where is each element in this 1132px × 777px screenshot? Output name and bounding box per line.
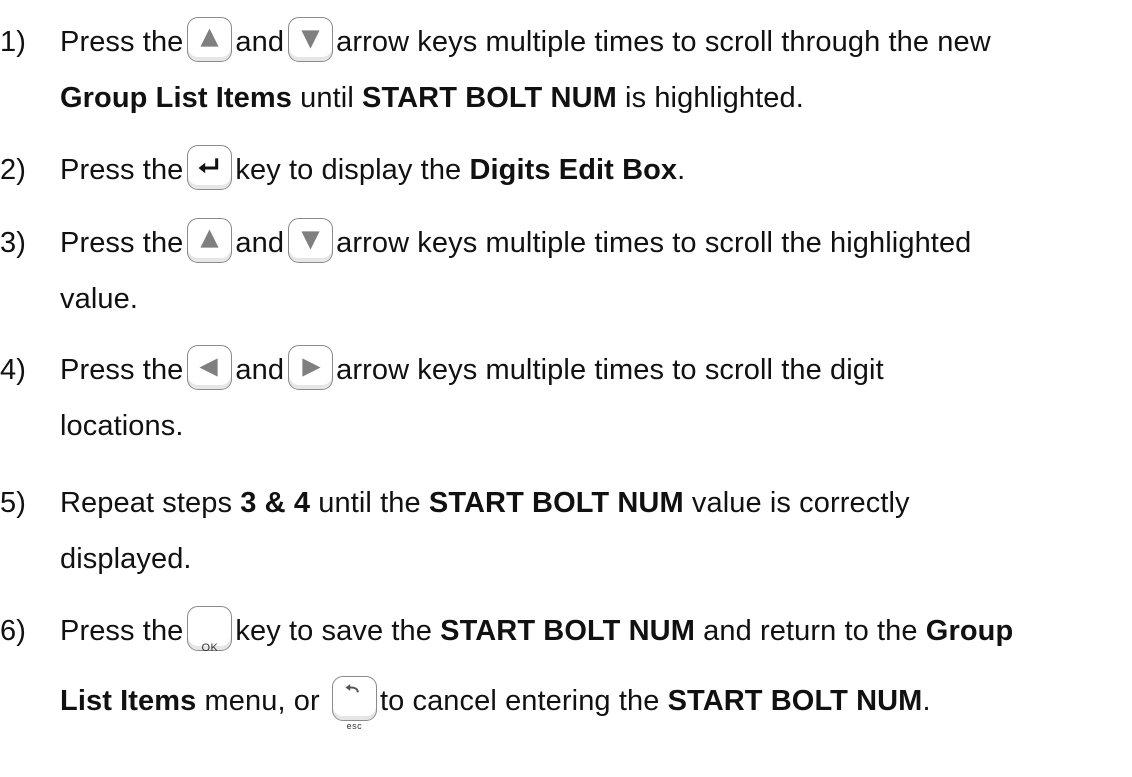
step-text: displayed. — [60, 543, 192, 575]
step-text: key to display the — [235, 154, 470, 186]
step-text: Press the — [60, 615, 184, 647]
step-number: 2) — [0, 154, 26, 186]
esc-key-label: esc — [346, 721, 363, 731]
step-text: and return to the — [694, 615, 926, 647]
bold-term: START BOLT NUM — [362, 82, 617, 114]
step-text: to cancel entering the — [379, 685, 668, 717]
step-text: until — [292, 82, 363, 114]
bold-term: Group List Items — [60, 82, 293, 114]
esc-key-icon: esc — [331, 676, 377, 731]
enter-icon — [187, 145, 233, 190]
step-text: arrow keys multiple times to scroll the … — [336, 227, 972, 259]
step-number: 5) — [0, 487, 26, 519]
step-text: key to save the — [235, 615, 441, 647]
step-text: until the — [310, 487, 429, 519]
bold-term: START BOLT NUM — [440, 615, 695, 647]
down-arrow-icon — [288, 17, 334, 62]
step-text: and — [235, 227, 285, 259]
right-arrow-icon — [288, 345, 334, 390]
ok-key-icon: OK — [187, 606, 233, 654]
step-text: value. — [60, 283, 138, 315]
step-text: and — [235, 354, 285, 386]
up-arrow-icon — [187, 17, 233, 62]
step-number: 4) — [0, 354, 26, 386]
step-text: . — [677, 154, 686, 186]
bold-term: Group — [925, 615, 1014, 647]
step-number: 6) — [0, 615, 26, 647]
down-arrow-icon — [288, 218, 334, 263]
step-text: Press the — [60, 154, 184, 186]
step-number: 1) — [0, 26, 26, 58]
step-text: arrow keys multiple times to scroll thro… — [336, 26, 991, 58]
step-text: Press the — [60, 354, 184, 386]
left-arrow-icon — [187, 345, 233, 390]
bold-term: START BOLT NUM — [667, 685, 923, 717]
step-text: is highlighted. — [616, 82, 804, 114]
bold-term: Digits Edit Box — [469, 154, 678, 186]
step-text: arrow keys multiple times to scroll the … — [336, 354, 884, 386]
up-arrow-icon — [187, 218, 233, 263]
step-text: Press the — [60, 227, 184, 259]
bold-term: List Items — [60, 685, 197, 717]
step-text: Repeat steps — [60, 487, 241, 519]
ok-key-label: OK — [201, 642, 219, 654]
bold-term: 3 & 4 — [240, 487, 311, 519]
step-number: 3) — [0, 227, 26, 259]
bold-term: START BOLT NUM — [428, 487, 684, 519]
step-text: menu, or — [196, 685, 328, 717]
step-text: . — [922, 685, 931, 717]
step-text: value is correctly — [683, 487, 910, 519]
step-text: locations. — [60, 410, 184, 442]
step-text: and — [235, 26, 285, 58]
step-text: Press the — [60, 26, 184, 58]
